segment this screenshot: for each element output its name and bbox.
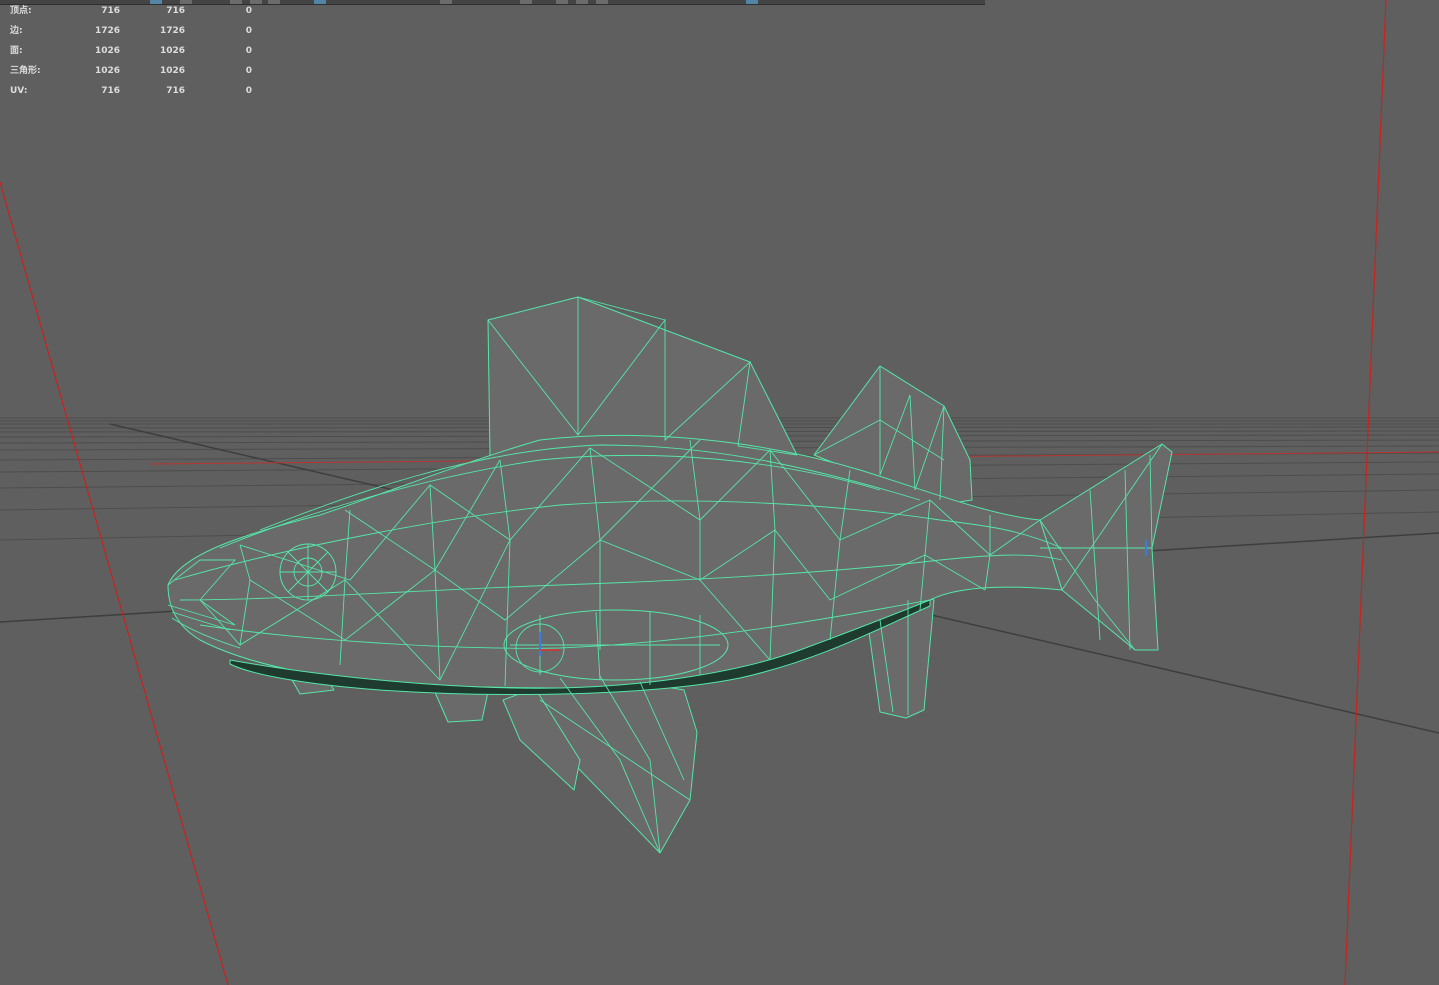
- hud-value: 1026: [159, 66, 185, 76]
- scene-canvas: [0, 0, 1439, 985]
- hud-value: 716: [166, 6, 185, 16]
- hud-value: 1026: [94, 66, 120, 76]
- hud-label: 面:: [10, 46, 23, 56]
- hud-row-faces: 面: 1026 1026 0: [0, 44, 270, 64]
- belly-fin-mid[interactable]: [433, 689, 489, 723]
- hud-label: UV:: [10, 86, 28, 96]
- hud-label: 顶点:: [10, 6, 32, 16]
- 3d-viewport[interactable]: 顶点: 716 716 0 边: 1726 1726 0 面: 1026 102…: [0, 0, 1439, 985]
- hud-row-edges: 边: 1726 1726 0: [0, 24, 270, 44]
- fish-mesh[interactable]: [167, 296, 1173, 854]
- hud-row-vertices: 顶点: 716 716 0: [0, 4, 270, 24]
- dorsal-fin[interactable]: [487, 296, 798, 456]
- hud-row-uvs: UV: 716 716 0: [0, 84, 270, 104]
- hud-value: 0: [245, 26, 252, 36]
- hud-value: 716: [166, 86, 185, 96]
- hud-row-triangles: 三角形: 1026 1026 0: [0, 64, 270, 84]
- hud-value: 0: [245, 86, 252, 96]
- hud-label: 三角形:: [10, 66, 41, 76]
- hud-value: 0: [245, 46, 252, 56]
- hud-value: 0: [245, 6, 252, 16]
- frustum-line-right: [1344, 0, 1387, 985]
- hud-value: 1026: [159, 46, 185, 56]
- hud-label: 边:: [10, 26, 23, 36]
- hud-value: 716: [101, 6, 120, 16]
- hud-value: 0: [245, 66, 252, 76]
- poly-count-hud: 顶点: 716 716 0 边: 1726 1726 0 面: 1026 102…: [0, 4, 270, 104]
- hud-value: 1026: [94, 46, 120, 56]
- hud-value: 1726: [94, 26, 120, 36]
- hud-value: 716: [101, 86, 120, 96]
- hud-value: 1726: [159, 26, 185, 36]
